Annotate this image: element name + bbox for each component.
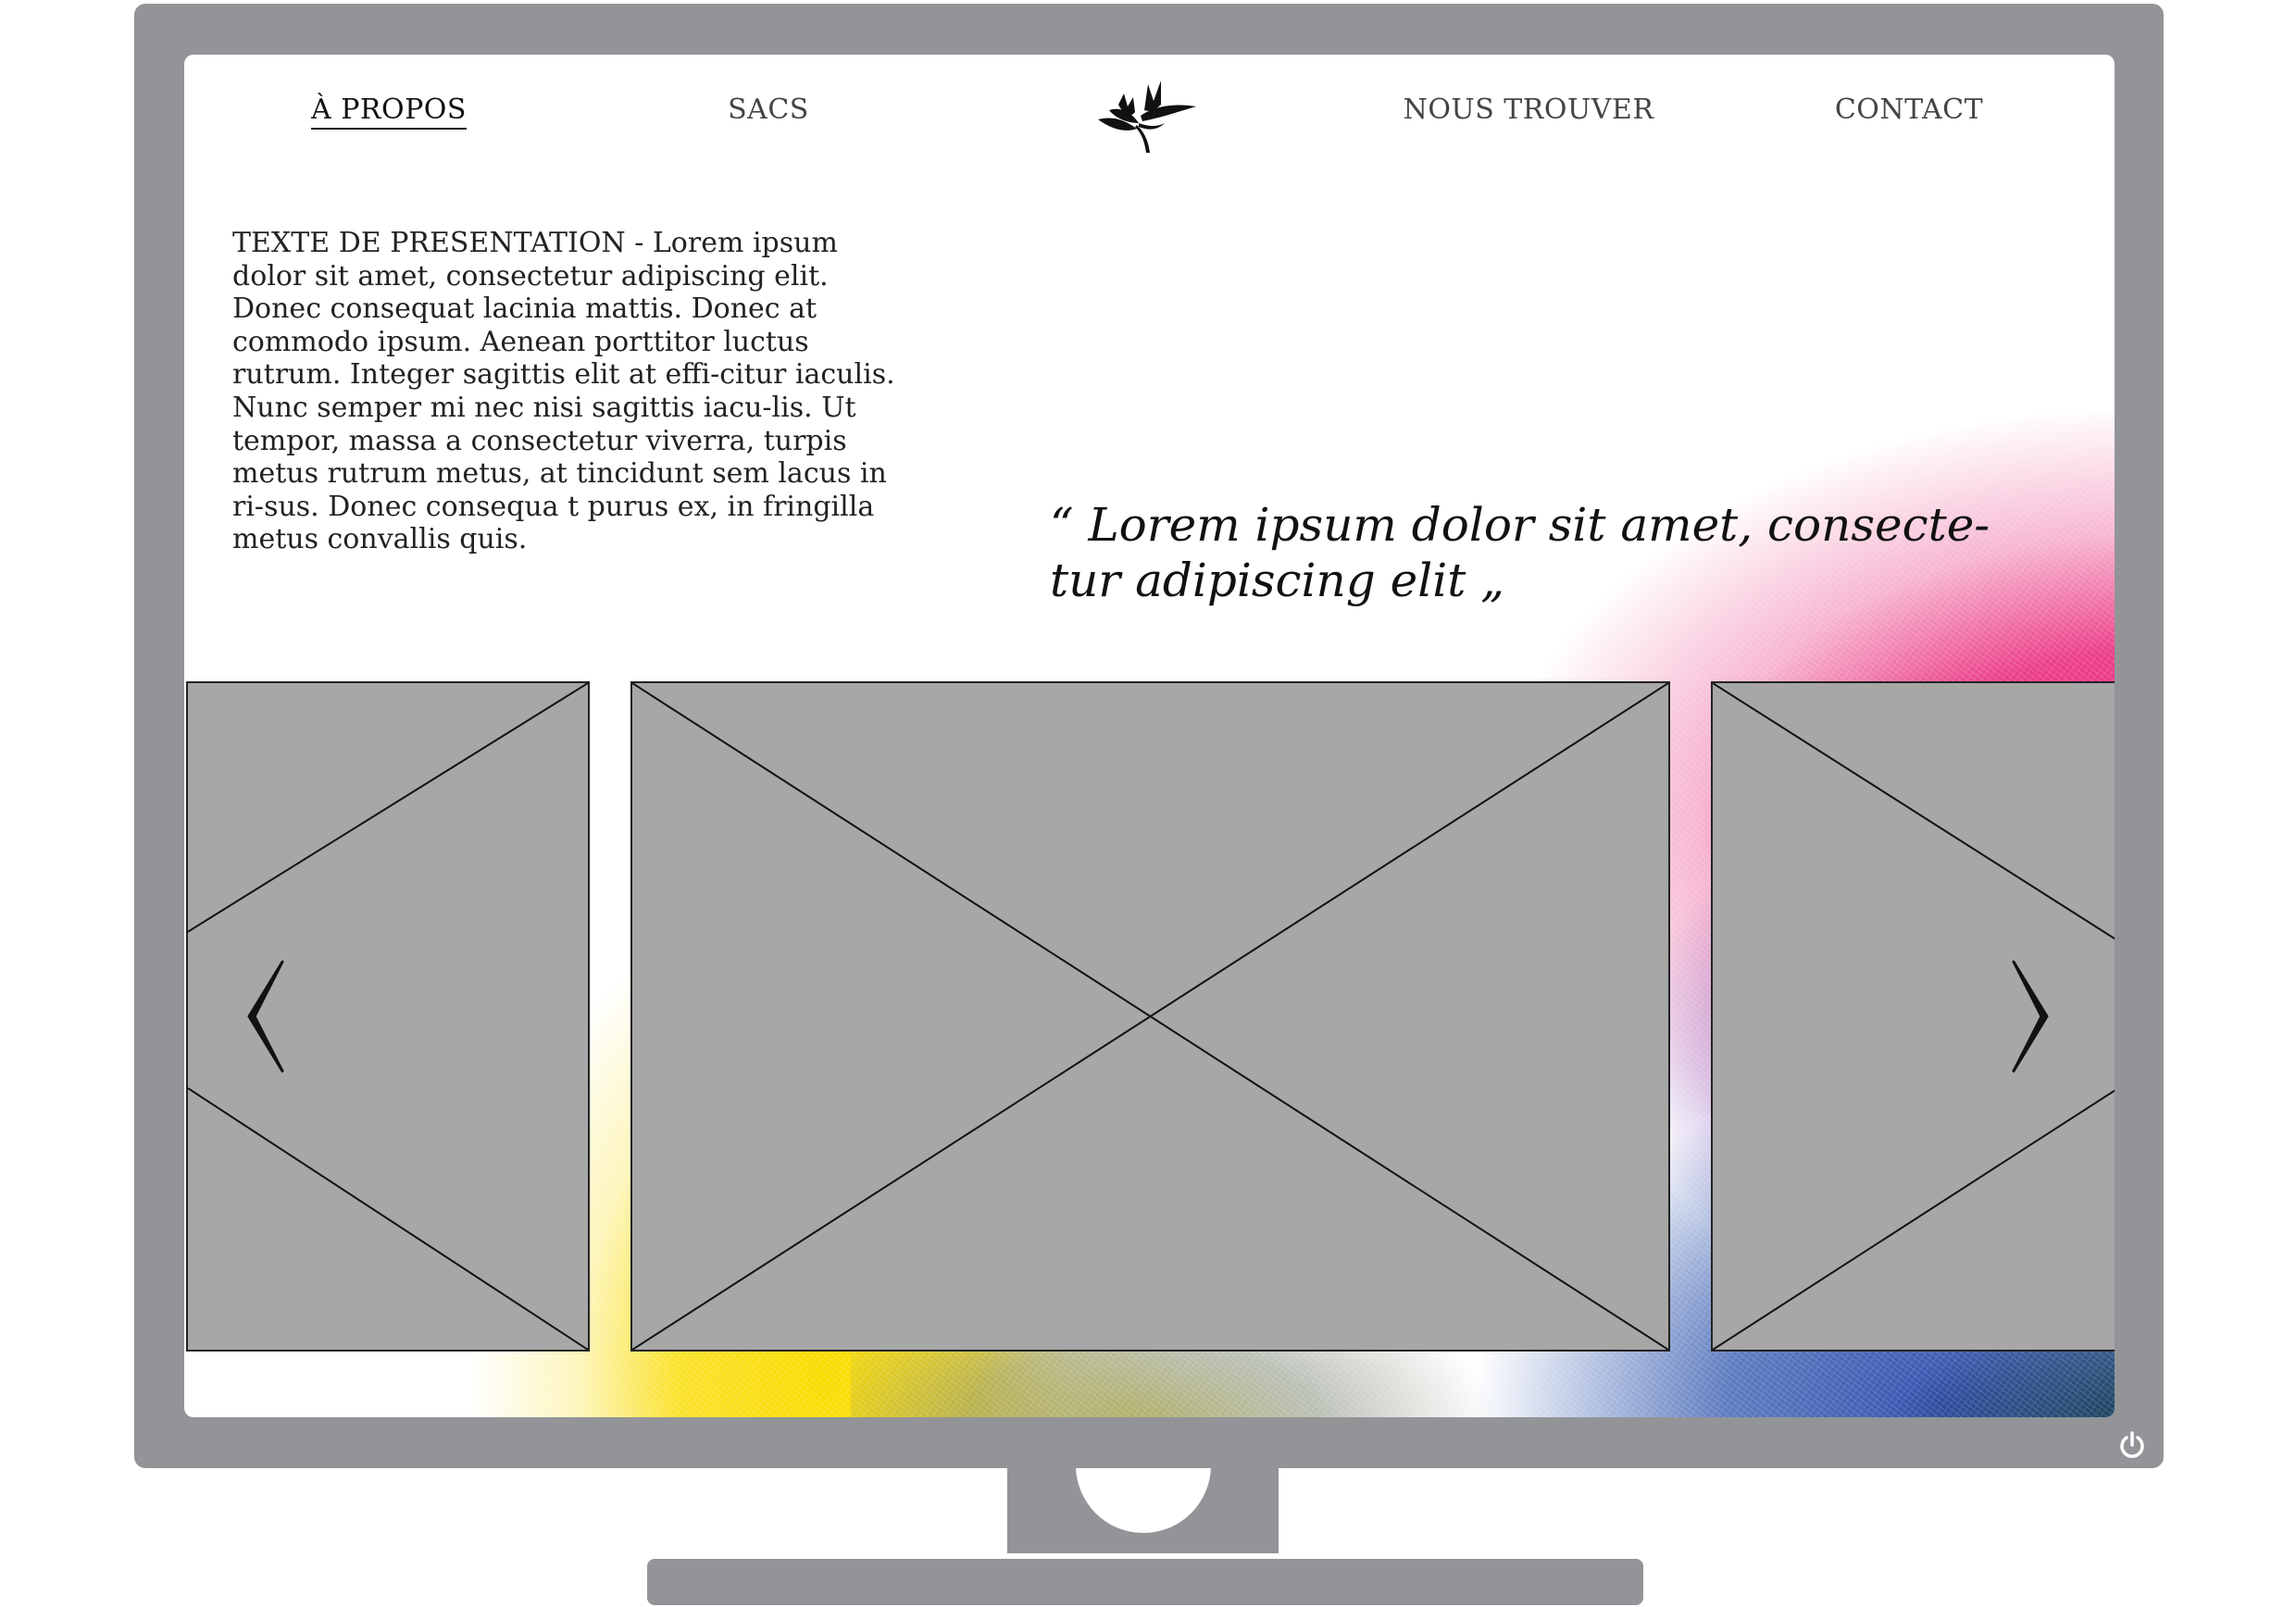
nav-item-contact[interactable]: CONTACT (1835, 93, 1983, 126)
presentation-text: TEXTE DE PRESENTATION - Lorem ipsum dolo… (232, 227, 895, 556)
nav-item-a-propos[interactable]: À PROPOS (311, 93, 467, 130)
top-navigation: À PROPOS SACS NOUS TROUVER CONTACT (184, 55, 2115, 203)
monitor-mockup: À PROPOS SACS NOUS TROUVER CONTACT TEXTE… (0, 0, 2296, 1607)
website-screen: À PROPOS SACS NOUS TROUVER CONTACT TEXTE… (184, 55, 2115, 1417)
carousel-slide-current[interactable] (630, 681, 1670, 1352)
image-placeholder-icon (632, 683, 1668, 1350)
bird-of-paradise-logo-icon[interactable] (1096, 79, 1198, 156)
power-icon[interactable] (2116, 1429, 2148, 1461)
monitor-stand-base (647, 1559, 1643, 1605)
monitor-stand-neck (1007, 1468, 1279, 1553)
nav-item-sacs[interactable]: SACS (728, 93, 809, 126)
stand-notch (1076, 1468, 1211, 1533)
nav-item-nous-trouver[interactable]: NOUS TROUVER (1404, 93, 1654, 126)
chevron-left-icon[interactable] (240, 956, 295, 1077)
featured-quote: “ Lorem ipsum dolor sit amet, consecte-t… (1050, 498, 1990, 607)
chevron-right-icon[interactable] (2001, 956, 2056, 1077)
